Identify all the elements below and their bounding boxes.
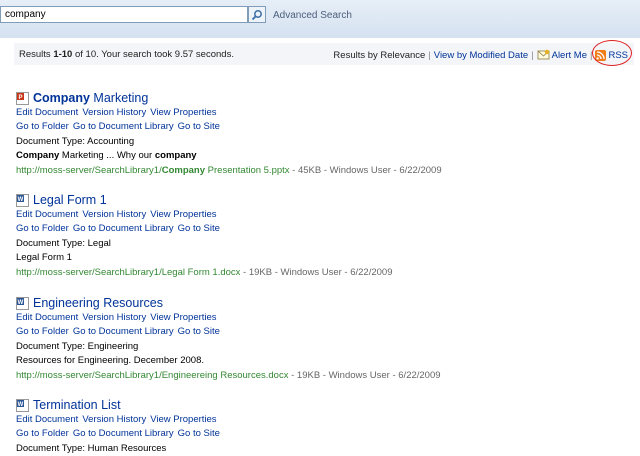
result-snippet: Resources for Engineering. December 2008… [16, 355, 204, 367]
go-to-site-link[interactable]: Go to Site [178, 121, 220, 132]
document-type: Document Type: Accounting [16, 135, 135, 147]
result-title-link[interactable]: Company Marketing [33, 91, 148, 105]
search-result: P Company Marketing Edit Document Version… [16, 90, 442, 178]
results-summary: Results 1-10 of 10. Your search took 9.5… [19, 49, 234, 60]
result-meta: - 45KB - Windows User - 6/22/2009 [289, 164, 442, 176]
separator: | [428, 49, 431, 61]
result-meta: - 19KB - Windows User - 6/22/2009 [288, 369, 441, 381]
view-properties-link[interactable]: View Properties [150, 107, 216, 118]
go-to-folder-link[interactable]: Go to Folder [16, 121, 69, 132]
view-by-modified-date-link[interactable]: View by Modified Date [434, 50, 528, 61]
search-result: W Legal Form 1 Edit Document Version Hist… [16, 192, 392, 280]
go-to-folder-link[interactable]: Go to Folder [16, 428, 69, 439]
view-properties-link[interactable]: View Properties [150, 312, 216, 323]
version-history-link[interactable]: Version History [82, 107, 146, 118]
go-to-document-library-link[interactable]: Go to Document Library [73, 428, 174, 439]
alert-bell-icon [537, 49, 550, 60]
document-type: Document Type: Engineering [16, 340, 139, 352]
go-to-document-library-link[interactable]: Go to Document Library [73, 326, 174, 337]
svg-text:W: W [18, 300, 24, 306]
svg-text:W: W [18, 402, 24, 408]
svg-text:P: P [18, 95, 22, 101]
rss-highlight-circle [592, 40, 632, 66]
go-to-folder-link[interactable]: Go to Folder [16, 223, 69, 234]
version-history-link[interactable]: Version History [82, 414, 146, 425]
search-icon [251, 9, 262, 20]
go-to-site-link[interactable]: Go to Site [178, 326, 220, 337]
go-to-folder-link[interactable]: Go to Folder [16, 326, 69, 337]
document-type: Document Type: Legal [16, 237, 111, 249]
word-file-icon: W [16, 193, 29, 207]
alert-me-label: Alert Me [551, 49, 587, 61]
result-url-link[interactable]: http://moss-server/SearchLibrary1/Engine… [16, 370, 288, 381]
go-to-site-link[interactable]: Go to Site [178, 223, 220, 234]
result-snippet: Company Marketing ... Why our company [16, 150, 197, 162]
search-button[interactable] [248, 6, 266, 23]
view-properties-link[interactable]: View Properties [150, 414, 216, 425]
word-file-icon: W [16, 398, 29, 412]
search-result: W Termination List Edit Document Version … [16, 397, 224, 456]
go-to-site-link[interactable]: Go to Site [178, 428, 220, 439]
edit-document-link[interactable]: Edit Document [16, 209, 78, 220]
result-url-link[interactable]: http://moss-server/SearchLibrary1/Legal … [16, 267, 240, 278]
view-properties-link[interactable]: View Properties [150, 209, 216, 220]
edit-document-link[interactable]: Edit Document [16, 312, 78, 323]
alert-me-link[interactable]: Alert Me [537, 49, 587, 61]
result-title-link[interactable]: Termination List [33, 398, 121, 412]
results-by-relevance: Results by Relevance [333, 49, 426, 61]
version-history-link[interactable]: Version History [82, 209, 146, 220]
word-file-icon: W [16, 296, 29, 310]
edit-document-link[interactable]: Edit Document [16, 414, 78, 425]
version-history-link[interactable]: Version History [82, 312, 146, 323]
result-snippet: Legal Form 1 [16, 252, 72, 264]
search-input[interactable] [0, 6, 248, 23]
go-to-document-library-link[interactable]: Go to Document Library [73, 121, 174, 132]
search-result: W Engineering Resources Edit Document Ver… [16, 295, 441, 383]
separator: | [531, 49, 534, 61]
sort-options: Results by Relevance | View by Modified … [333, 49, 628, 61]
result-meta: - 19KB - Windows User - 6/22/2009 [240, 266, 393, 278]
result-url-link[interactable]: http://moss-server/SearchLibrary1/Compan… [16, 165, 290, 176]
results-bar: Results 1-10 of 10. Your search took 9.5… [14, 43, 634, 65]
go-to-document-library-link[interactable]: Go to Document Library [73, 223, 174, 234]
svg-text:W: W [18, 197, 24, 203]
document-type: Document Type: Human Resources [16, 442, 167, 454]
edit-document-link[interactable]: Edit Document [16, 107, 78, 118]
result-title-link[interactable]: Legal Form 1 [33, 193, 107, 207]
result-title-link[interactable]: Engineering Resources [33, 296, 163, 310]
advanced-search-link[interactable]: Advanced Search [273, 10, 352, 21]
powerpoint-file-icon: P [16, 91, 29, 105]
